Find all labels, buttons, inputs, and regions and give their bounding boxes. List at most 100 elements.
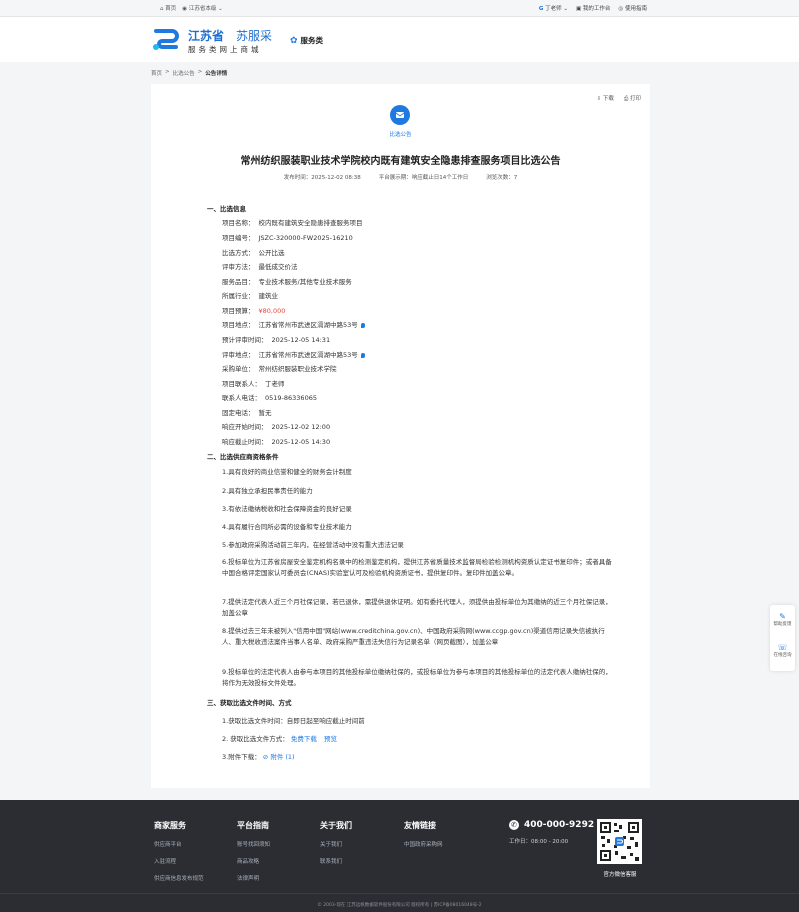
section-heading: 二、比选供应商资格条件 — [207, 453, 279, 461]
acquire-method: 2. 获取比选文件方式： 免费下载 预览 — [222, 733, 337, 743]
info-label: 预计评审时间： — [222, 336, 268, 344]
location-selector[interactable]: ◉ 江苏省本级 ⌄ — [182, 4, 222, 12]
platform-period: 平台展示期：响应截止日14个工作日 — [378, 175, 469, 181]
info-row: 服务品目： 专业技术服务/其他专业技术服务 — [222, 276, 352, 286]
phone-icon: ✆ — [509, 820, 519, 830]
info-value: 江苏省常州市武进区滆湖中路53号 — [258, 351, 358, 359]
footer-link[interactable]: 供应商信息发布规范 — [154, 874, 204, 882]
breadcrumb-current: 公告详情 — [205, 71, 228, 77]
workbench-label: 我的工作台 — [582, 6, 611, 12]
publish-time: 发布时间：2025-12-02 08:38 — [283, 175, 361, 181]
breadcrumb-notices[interactable]: 比选公告 — [173, 69, 195, 77]
info-value: JSZC-320000-FW2025-16210 — [258, 234, 353, 242]
info-label: 项目编号： — [222, 234, 255, 242]
footer-link[interactable]: 供应商平台 — [154, 840, 204, 848]
site-header — [0, 17, 799, 62]
budget-value: ¥80,000 — [258, 307, 286, 315]
info-value: 江苏省常州市武进区滆湖中路53号 — [258, 321, 358, 329]
service-hotline: ✆ 400-000-9292 — [509, 820, 594, 830]
footer-column: 平台指南 账号找回须知 商品攻略 法律声明 — [237, 820, 270, 891]
requirement-item: 4.具有履行合同所必需的设备和专业技术能力 — [222, 523, 352, 531]
info-value: 暂无 — [258, 409, 272, 417]
map-pin-icon[interactable] — [360, 352, 365, 358]
working-hours: 工作日：08:00 - 20:00 — [509, 839, 569, 845]
footer-link[interactable]: 联系我们 — [320, 857, 352, 865]
copyright: © 2003-现在 江苏远帆数据软件股份有限公司 版权所有 | 苏ICP备080… — [317, 903, 482, 908]
mail-icon — [395, 112, 405, 118]
attachment-link[interactable]: ⊘ 附件 (1) — [263, 753, 295, 761]
top-bar: ⌂ 首页 ◉ 江苏省本级 ⌄ G 丁老师 ⌄ ▣ 我的工作台 ◎ 使用指南 — [0, 0, 799, 17]
view-count: 浏览次数：7 — [486, 175, 518, 181]
info-row: 所属行业： 建筑业 — [222, 290, 278, 300]
brand-name-2: 苏服采 — [236, 29, 273, 43]
service-category[interactable]: ✿ 服务类 — [290, 35, 323, 46]
site-logo-icon[interactable] — [150, 27, 180, 53]
info-row: 项目地点： 江苏省常州市武进区滆湖中路53号 — [222, 319, 365, 329]
info-row: 比选方式： 公开比选 — [222, 247, 285, 257]
info-label: 服务品目： — [222, 278, 255, 286]
info-value: 最低成交价法 — [258, 263, 298, 271]
info-value: 公开比选 — [258, 249, 285, 257]
site-footer: 商家服务 供应商平台 入驻流程 供应商信息发布规范 平台指南 账号找回须知 商品… — [0, 800, 799, 912]
section-heading: 一、比选信息 — [207, 205, 246, 213]
info-label: 所属行业： — [222, 292, 255, 300]
requirement-item: 2.具有独立承担民事责任的能力 — [222, 487, 313, 495]
footer-link[interactable]: 商品攻略 — [237, 857, 270, 865]
info-row: 固定电话： 暂无 — [222, 407, 272, 417]
info-value: 常州纺织服装职业技术学院 — [258, 365, 337, 373]
info-label: 采购单位： — [222, 365, 255, 373]
qr-caption: 官方微信客服 — [603, 872, 637, 878]
footer-link[interactable]: 中国政府采购网 — [404, 840, 443, 848]
info-label: 固定电话： — [222, 409, 255, 417]
download-button[interactable]: ⇩ 下载 — [596, 94, 613, 103]
footer-link[interactable]: 法律声明 — [237, 874, 270, 882]
user-menu[interactable]: G 丁老师 ⌄ — [539, 4, 568, 12]
footer-link[interactable]: 关于我们 — [320, 840, 352, 848]
info-label: 项目预算： — [222, 307, 255, 315]
user-logo-icon: G — [538, 6, 544, 12]
home-link[interactable]: ⌂ 首页 — [160, 4, 176, 12]
breadcrumb-home[interactable]: 首页 — [151, 69, 162, 77]
section-heading: 三、获取比选文件时间、方式 — [207, 699, 292, 707]
breadcrumb-separator: > — [197, 69, 203, 75]
download-icon: ⇩ — [596, 96, 602, 102]
info-label: 比选方式： — [222, 249, 255, 257]
requirement-item: 8.提供过去三年未被列入"信用中国"网站(www.creditchina.gov… — [222, 627, 605, 646]
footer-link[interactable]: 入驻流程 — [154, 857, 204, 865]
breadcrumb-separator: > — [165, 69, 170, 75]
requirement-item: 1.具有良好的商业信誉和健全的财务会计制度 — [222, 468, 352, 476]
info-row: 采购单位： 常州纺织服装职业技术学院 — [222, 363, 337, 373]
footer-column: 友情链接 中国政府采购网 — [404, 820, 443, 857]
print-button[interactable]: ⎙ 打印 — [624, 94, 641, 103]
online-consult-button[interactable]: ☏ 在线咨询 — [770, 643, 795, 658]
download-label: 下载 — [602, 96, 614, 102]
info-label: 评审方法： — [222, 263, 255, 271]
free-download-link[interactable]: 免费下载 — [291, 735, 317, 743]
guide-link[interactable]: ◎ 使用指南 — [618, 4, 647, 12]
info-row: 联系人电话： 0519-86336065 — [222, 392, 317, 402]
attachment-label: 3.附件下载： — [222, 753, 261, 761]
workbench-link[interactable]: ▣ 我的工作台 — [576, 4, 610, 12]
acquire-method-label: 2. 获取比选文件方式： — [222, 735, 289, 743]
preview-link[interactable]: 预览 — [324, 735, 337, 743]
footer-link[interactable]: 账号找回须知 — [237, 840, 270, 848]
acquire-time: 1.获取比选文件时间：自即日起至响应截止时间前 — [222, 717, 365, 725]
requirement-item: 3.有依法缴纳税收和社会保障资金的良好记录 — [222, 505, 352, 513]
footer-column: 商家服务 供应商平台 入驻流程 供应商信息发布规范 — [154, 820, 204, 891]
info-row: 评审方法： 最低成交价法 — [222, 261, 298, 271]
info-label: 项目名称： — [222, 219, 255, 227]
help-feedback-button[interactable]: ✎ 帮助反馈 — [770, 612, 795, 627]
print-label: 打印 — [629, 96, 641, 102]
notice-card: ⇩ 下载 ⎙ 打印 比选公告 常州纺织服装职业技术学院校内既有建筑安全隐患排查服… — [151, 84, 650, 788]
info-value: 0519-86336065 — [265, 394, 317, 402]
print-icon: ⎙ — [623, 96, 629, 102]
info-label: 项目联系人： — [222, 380, 261, 388]
requirement-item: 5.参加政府采购活动前三年内，在经营活动中没有重大违法记录 — [222, 541, 404, 549]
map-pin-icon[interactable] — [360, 322, 365, 328]
home-label: 首页 — [165, 6, 177, 12]
notice-type-badge — [390, 105, 410, 125]
brand-name: 江苏省 — [188, 29, 225, 43]
footer-column-title: 商家服务 — [154, 821, 186, 830]
footer-column: 关于我们 关于我们 联系我们 — [320, 820, 352, 874]
footer-column-title: 友情链接 — [404, 821, 436, 830]
